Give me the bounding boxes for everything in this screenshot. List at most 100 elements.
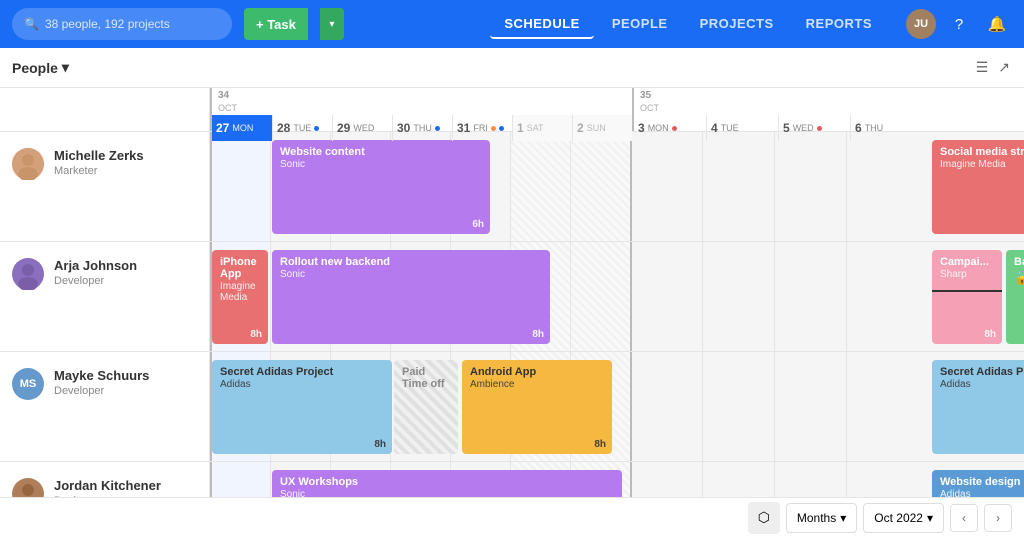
michelle-avatar — [12, 148, 44, 180]
nav-items: SCHEDULE PEOPLE PROJECTS REPORTS — [490, 10, 886, 39]
day-27-date: 27 — [216, 121, 229, 135]
nav-projects[interactable]: PROJECTS — [686, 10, 788, 39]
day-5-wed: 5 WED — [778, 115, 850, 141]
nav-reports[interactable]: REPORTS — [792, 10, 886, 39]
day-29-wed: 29 WED — [332, 115, 392, 141]
day-30-thu: 30 THU — [392, 115, 452, 141]
cell-mayke-4 — [702, 352, 774, 461]
task-project: Adidas — [940, 379, 1024, 390]
task-name: Rollout new backend — [280, 256, 542, 268]
notification-icon[interactable]: 🔔 — [982, 9, 1012, 39]
date-chevron: ▾ — [927, 511, 933, 525]
header: 🔍 38 people, 192 projects + Task ▾ SCHED… — [0, 0, 1024, 48]
task-iphone-app[interactable]: iPhone App Imagine Media 8h — [212, 250, 268, 344]
next-arrow[interactable]: › — [984, 504, 1012, 532]
nav-schedule[interactable]: SCHEDULE — [490, 10, 594, 39]
search-icon: 🔍 — [24, 17, 39, 31]
task-project: Sonic — [280, 159, 482, 170]
mayke-avatar: MS — [12, 368, 44, 400]
cell-mayke-3 — [630, 352, 702, 461]
task-hours: 8h — [532, 329, 544, 340]
external-link-icon[interactable]: ↗ — [996, 57, 1012, 78]
jordan-name: Jordan Kitchener — [54, 478, 161, 493]
people-chevron: ▾ — [62, 59, 69, 76]
main-container: Michelle Zerks Marketer Arja Johnson Dev… — [0, 88, 1024, 537]
subheader-icons: ☰ ↗ — [974, 57, 1012, 78]
cursor-tool-icon[interactable]: ⬡ — [748, 502, 780, 534]
oct-label-right: OCT — [634, 103, 922, 115]
task-hours: 8h — [984, 329, 996, 340]
day-1-sat: 1 SAT — [512, 115, 572, 141]
cell-arja-3 — [630, 242, 702, 351]
day-27-mon: 27 MON — [212, 115, 272, 141]
task-name: Secret Adidas Project — [940, 366, 1024, 378]
task-name: Backup servers — [1014, 256, 1024, 268]
arja-role: Developer — [54, 275, 137, 287]
mayke-role: Developer — [54, 385, 149, 397]
task-name: UX Workshops — [280, 476, 614, 488]
task-name: Social media strategy — [940, 146, 1024, 158]
cell-michelle-27 — [210, 132, 270, 241]
task-hours: 6h — [472, 219, 484, 230]
person-row-michelle: Michelle Zerks Marketer — [0, 132, 209, 242]
cell-michelle-6 — [846, 132, 918, 241]
task-paid-time-off[interactable]: Paid Time off — [394, 360, 458, 454]
task-name: Campai... — [940, 256, 994, 268]
oct-label-left: OCT — [212, 103, 632, 115]
task-name: Secret Adidas Project — [220, 366, 384, 378]
cell-arja-6 — [846, 242, 918, 351]
day-6-thu: 6 THU — [850, 115, 922, 141]
grid-row-michelle: Website content Sonic 6h Social media st… — [210, 132, 1024, 242]
help-icon[interactable]: ? — [944, 9, 974, 39]
subheader: People ▾ ☰ ↗ — [0, 48, 1024, 88]
prev-arrow[interactable]: ‹ — [950, 504, 978, 532]
task-name: Android App — [470, 366, 604, 378]
cell-arja-4 — [702, 242, 774, 351]
date-dropdown[interactable]: Oct 2022 ▾ — [863, 503, 944, 533]
michelle-info: Michelle Zerks Marketer — [54, 148, 144, 177]
cell-michelle-sun — [570, 132, 630, 241]
task-campaign-sharp[interactable]: Campai... Sharp 8h — [932, 250, 1002, 344]
cell-michelle-5 — [774, 132, 846, 241]
task-rollout-backend[interactable]: Rollout new backend Sonic 8h — [272, 250, 550, 344]
task-secret-adidas-right[interactable]: Secret Adidas Project Adidas 8h — [932, 360, 1024, 454]
person-row-arja: Arja Johnson Developer — [0, 242, 209, 352]
day-2-sun: 2 SUN — [572, 115, 632, 141]
bottom-bar: ⬡ Months ▾ Oct 2022 ▾ ‹ › — [0, 497, 1024, 537]
week-34-label: 34 — [212, 88, 632, 103]
add-task-dropdown[interactable]: ▾ — [320, 8, 344, 40]
task-backup-servers[interactable]: Backup servers 🔓 16h — [1006, 250, 1024, 344]
day-3-mon: 3 MON — [634, 115, 706, 141]
add-task-button[interactable]: + Task — [244, 8, 308, 40]
nav-people[interactable]: PEOPLE — [598, 10, 682, 39]
week-35-label: 35 — [634, 88, 922, 103]
date-label: Oct 2022 — [874, 511, 923, 525]
people-label-text: People — [12, 60, 58, 76]
day-4-tue: 4 TUE — [706, 115, 778, 141]
task-name: Paid Time off — [402, 366, 450, 390]
person-row-mayke: MS Mayke Schuurs Developer — [0, 352, 209, 462]
months-dropdown[interactable]: Months ▾ — [786, 503, 857, 533]
michelle-role: Marketer — [54, 165, 144, 177]
task-name: iPhone App — [220, 256, 260, 280]
mayke-info: Mayke Schuurs Developer — [54, 368, 149, 397]
months-chevron: ▾ — [840, 511, 846, 525]
task-name: Website design — [940, 476, 1024, 488]
months-label: Months — [797, 511, 836, 525]
task-secret-adidas-left[interactable]: Secret Adidas Project Adidas 8h — [212, 360, 392, 454]
task-social-media-michelle[interactable]: Social media strategy Imagine Media 6h — [932, 140, 1024, 234]
search-bar[interactable]: 🔍 38 people, 192 projects — [12, 8, 232, 40]
task-android-app[interactable]: Android App Ambience 8h — [462, 360, 612, 454]
task-website-content[interactable]: Website content Sonic 6h — [272, 140, 490, 234]
arja-name: Arja Johnson — [54, 258, 137, 273]
people-filter[interactable]: People ▾ — [12, 59, 69, 76]
task-project: Sharp — [940, 269, 994, 280]
task-project: Adidas — [220, 379, 384, 390]
cell-michelle-3 — [630, 132, 702, 241]
list-view-icon[interactable]: ☰ — [974, 57, 991, 78]
day-28-tue: 28 TUE — [272, 115, 332, 141]
task-hours: 8h — [594, 439, 606, 450]
avatar[interactable]: JU — [906, 9, 936, 39]
right-grid: 34 OCT 27 MON 28 TUE 29 WED — [210, 88, 1024, 537]
task-hours: 8h — [374, 439, 386, 450]
